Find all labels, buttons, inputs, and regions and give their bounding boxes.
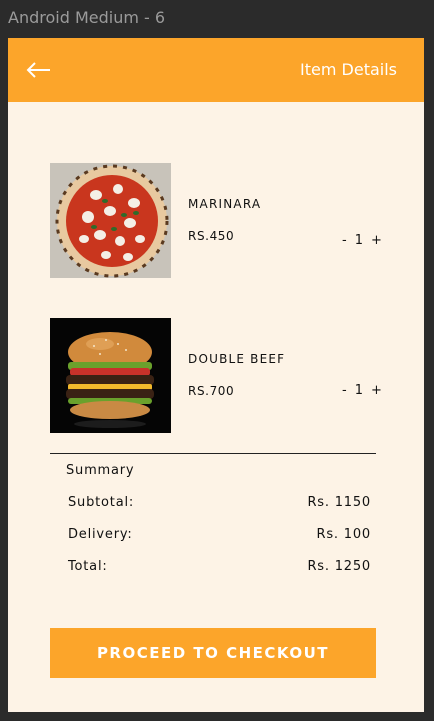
page-title: Item Details [300, 60, 397, 79]
total-value: Rs. 1250 [307, 559, 371, 574]
increase-quantity-button[interactable]: + [371, 383, 382, 398]
decrease-quantity-button[interactable]: - [342, 383, 347, 398]
item-price: RS.450 [188, 229, 235, 243]
decrease-quantity-button[interactable]: - [342, 233, 347, 248]
app-bar: Item Details [8, 38, 424, 102]
subtotal-value: Rs. 1150 [307, 495, 371, 510]
burger-image [50, 318, 171, 433]
back-button[interactable] [24, 56, 56, 84]
item-name: MARINARA [188, 197, 262, 211]
delivery-value: Rs. 100 [316, 527, 371, 542]
item-details-screen: Item Details MARINARA RS.450 - 1 + DOUBL… [8, 38, 424, 712]
delivery-label: Delivery: [68, 527, 133, 542]
frame-label: Android Medium - 6 [8, 8, 166, 27]
subtotal-label: Subtotal: [68, 495, 135, 510]
divider [50, 453, 376, 454]
pizza-image [50, 163, 171, 278]
increase-quantity-button[interactable]: + [371, 233, 382, 248]
item-price: RS.700 [188, 384, 235, 398]
quantity-stepper: - 1 + [342, 383, 382, 398]
proceed-to-checkout-button[interactable]: PROCEED TO CHECKOUT [50, 628, 376, 678]
summary-title: Summary [66, 463, 135, 478]
arrow-left-icon [26, 62, 50, 78]
total-label: Total: [68, 559, 108, 574]
item-name: DOUBLE BEEF [188, 352, 286, 366]
quantity-stepper: - 1 + [342, 233, 382, 248]
quantity-value: 1 [354, 383, 363, 398]
quantity-value: 1 [354, 233, 363, 248]
